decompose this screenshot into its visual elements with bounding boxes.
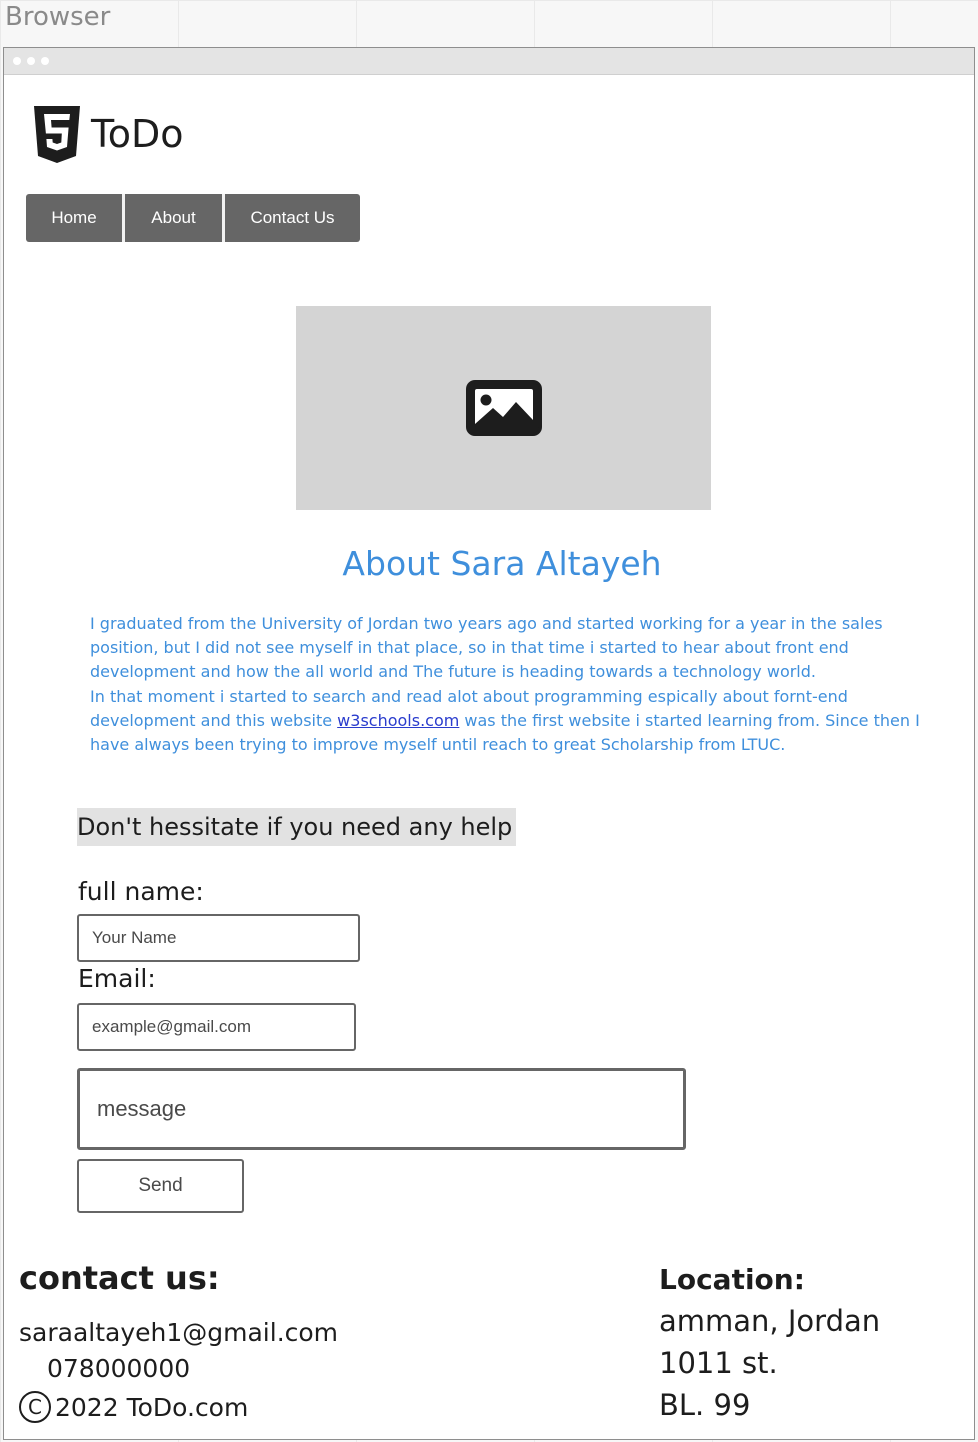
wireframe-canvas: Browser ToDo Home About Contact Us About… xyxy=(0,0,978,1442)
location-line: amman, Jordan xyxy=(659,1304,881,1338)
w3schools-link[interactable]: w3schools.com xyxy=(337,711,459,730)
window-title-bar xyxy=(4,48,974,75)
message-placeholder: message xyxy=(97,1096,187,1121)
copyright: C 2022 ToDo.com xyxy=(19,1391,248,1423)
brand-name[interactable]: ToDo xyxy=(91,112,184,156)
about-paragraph: I graduated from the University of Jorda… xyxy=(90,614,883,682)
main-nav: Home About Contact Us xyxy=(26,194,360,242)
about-paragraph: In that moment i started to search and r… xyxy=(90,685,920,758)
about-title: About Sara Altayeh xyxy=(342,544,662,583)
contact-email: saraaltayeh1@gmail.com xyxy=(19,1318,339,1347)
email-input[interactable]: example@gmail.com xyxy=(77,1003,356,1051)
full-name-label: full name: xyxy=(78,877,204,906)
email-label: Email: xyxy=(78,964,156,993)
window-dot xyxy=(41,57,49,65)
copyright-icon: C xyxy=(19,1391,51,1423)
location-line: 1011 st. xyxy=(659,1346,778,1380)
location-line: BL. 99 xyxy=(659,1388,751,1422)
canvas-title: Browser xyxy=(5,2,111,32)
nav-home-button[interactable]: Home xyxy=(26,194,122,242)
contact-phone: 078000000 xyxy=(47,1354,191,1383)
window-dot xyxy=(13,57,21,65)
window-dot xyxy=(27,57,35,65)
nav-contact-button[interactable]: Contact Us xyxy=(225,194,360,242)
profile-image-placeholder xyxy=(296,306,711,510)
send-button[interactable]: Send xyxy=(77,1159,244,1213)
email-placeholder: example@gmail.com xyxy=(92,1017,251,1036)
full-name-input[interactable]: Your Name xyxy=(77,914,360,962)
html5-icon xyxy=(34,106,80,164)
contact-heading: contact us: xyxy=(19,1259,220,1297)
location-heading: Location: xyxy=(659,1263,805,1296)
about-description: I graduated from the University of Jorda… xyxy=(90,612,920,757)
copyright-text: 2022 ToDo.com xyxy=(55,1392,249,1422)
image-icon xyxy=(465,380,542,436)
browser-window: ToDo Home About Contact Us About Sara Al… xyxy=(3,47,975,1440)
help-heading: Don't hessitate if you need any help xyxy=(77,808,516,846)
full-name-placeholder: Your Name xyxy=(92,928,177,947)
message-textarea[interactable]: message xyxy=(77,1068,686,1150)
nav-about-button[interactable]: About xyxy=(125,194,222,242)
